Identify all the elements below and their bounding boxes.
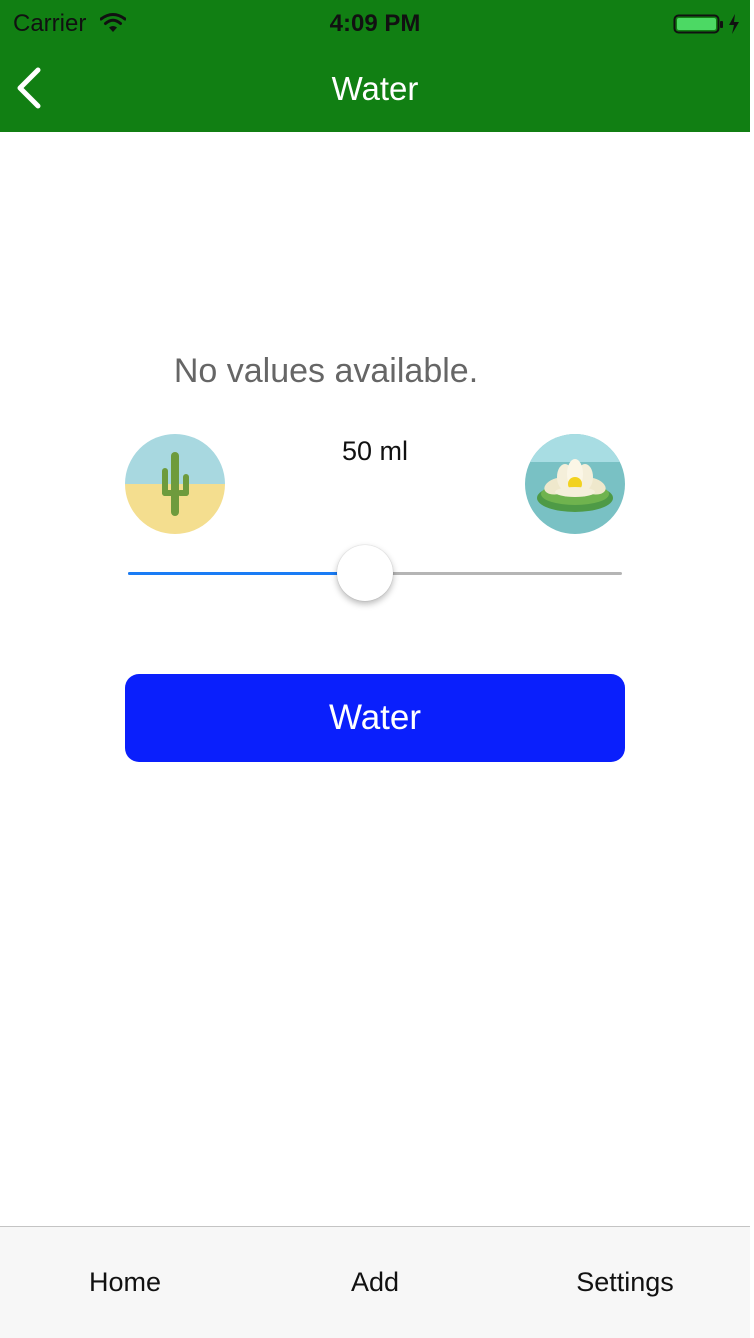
tab-bar: Home Add Settings [0, 1226, 750, 1338]
tab-home[interactable]: Home [0, 1267, 250, 1298]
tab-add[interactable]: Add [250, 1267, 500, 1298]
battery-icon [673, 14, 739, 34]
empty-state-message: No values available. [173, 352, 479, 390]
water-button[interactable]: Water [125, 674, 625, 762]
charging-bolt-icon [729, 14, 739, 34]
status-time: 4:09 PM [329, 10, 421, 37]
slider-thumb[interactable] [337, 545, 393, 601]
tab-settings[interactable]: Settings [500, 1267, 750, 1298]
water-screen: Carrier 4:09 PM Water No values availabl… [0, 0, 750, 1338]
amount-label: 50 ml [341, 436, 409, 466]
amount-slider[interactable] [128, 544, 622, 604]
top-bar: Carrier 4:09 PM Water [0, 0, 750, 132]
lotus-icon [525, 434, 625, 534]
page-title: Water [331, 70, 419, 107]
